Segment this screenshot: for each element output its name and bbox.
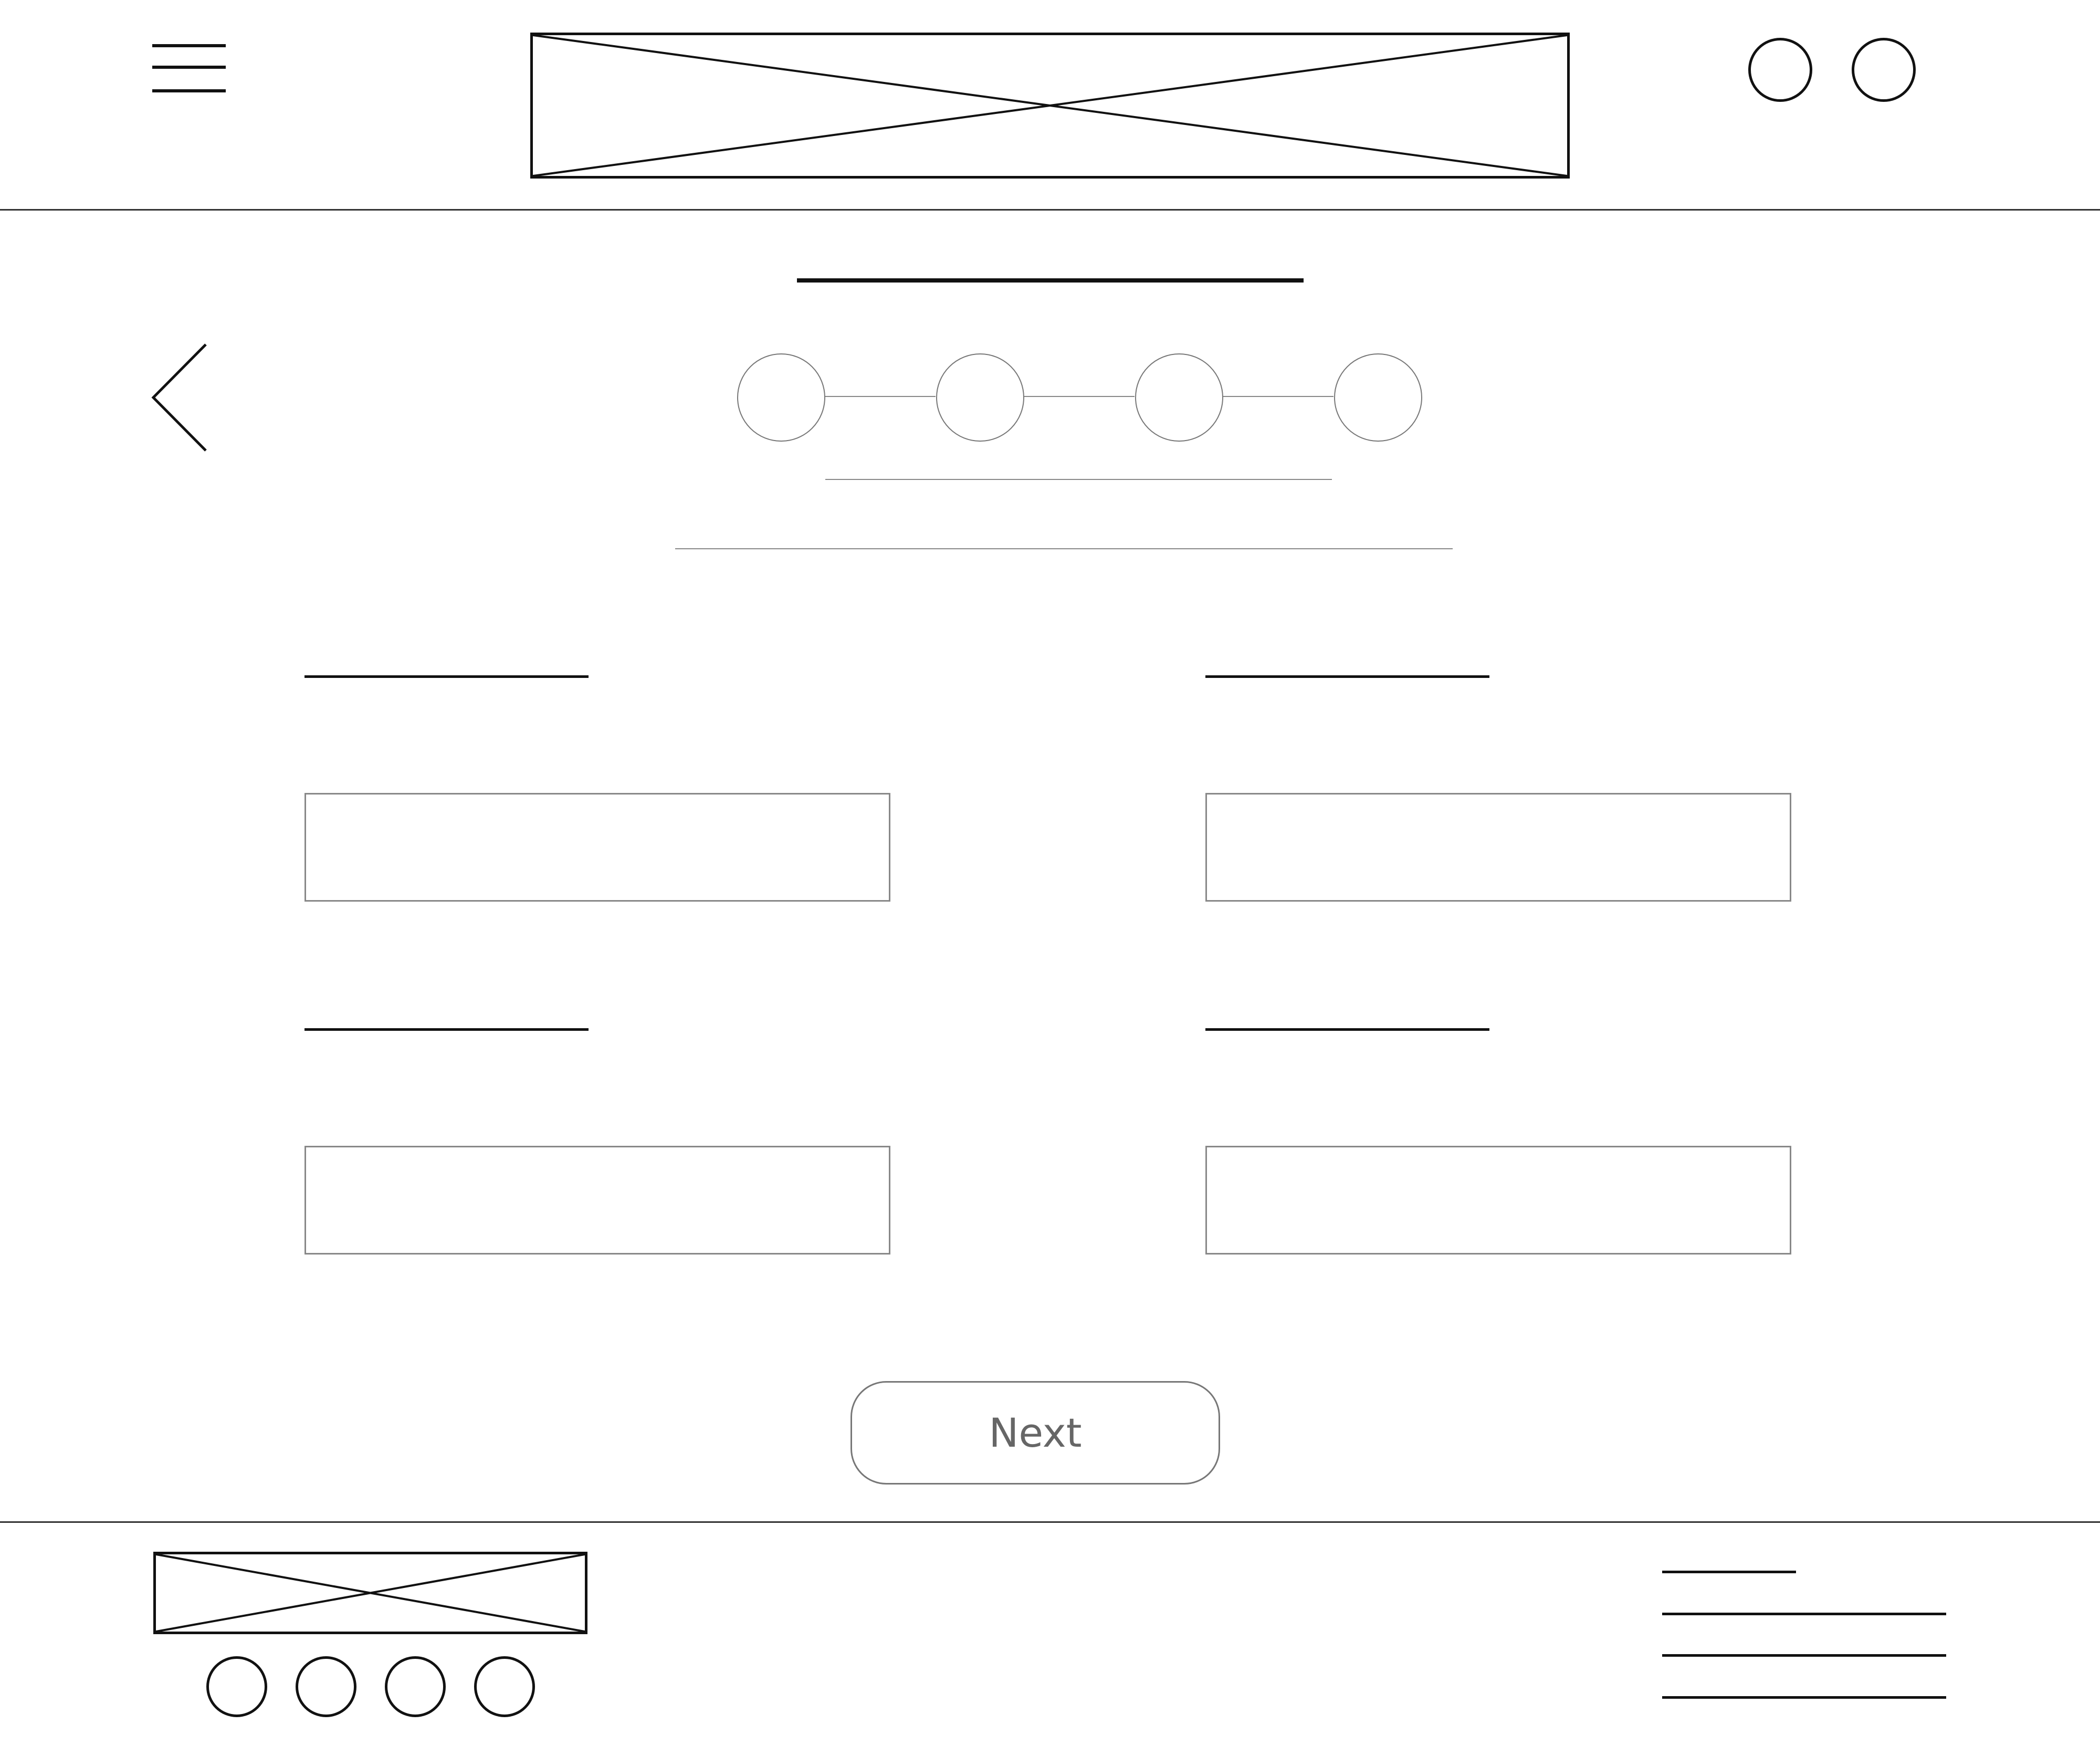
footer-divider: [0, 1521, 2100, 1523]
footer: [0, 1521, 2100, 1756]
chevron-left-icon[interactable]: [147, 342, 210, 453]
form-field-1[interactable]: [304, 793, 890, 902]
subtitle-placeholder: [675, 548, 1453, 549]
social-icon-4[interactable]: [474, 1656, 535, 1717]
social-icon-3[interactable]: [385, 1656, 446, 1717]
form-field-2[interactable]: [1205, 793, 1791, 902]
footer-link-4[interactable]: [1662, 1696, 1946, 1699]
header-logo-placeholder[interactable]: [530, 33, 1570, 179]
footer-link-3[interactable]: [1662, 1654, 1946, 1657]
step-connector: [824, 396, 936, 397]
step-caption-placeholder: [825, 479, 1332, 480]
step-1[interactable]: [737, 353, 825, 442]
step-connector: [1023, 396, 1135, 397]
step-2[interactable]: [936, 353, 1024, 442]
footer-link-1[interactable]: [1662, 1571, 1796, 1573]
field-label-4: [1205, 1028, 1489, 1031]
form-field-4[interactable]: [1205, 1146, 1791, 1255]
header-action-icon-1[interactable]: [1748, 38, 1812, 102]
progress-stepper: [735, 352, 1425, 442]
step-3[interactable]: [1135, 353, 1223, 442]
step-connector: [1222, 396, 1334, 397]
header-action-icon-2[interactable]: [1852, 38, 1916, 102]
field-label-1: [304, 675, 589, 678]
header-divider: [0, 209, 2100, 211]
field-label-3: [304, 1028, 589, 1031]
header: [0, 0, 2100, 211]
footer-logo-placeholder[interactable]: [153, 1552, 587, 1634]
field-label-2: [1205, 675, 1489, 678]
social-icon-2[interactable]: [296, 1656, 356, 1717]
social-icon-1[interactable]: [206, 1656, 267, 1717]
step-4[interactable]: [1334, 353, 1422, 442]
hamburger-menu-icon[interactable]: [152, 42, 226, 95]
form-field-3[interactable]: [304, 1146, 890, 1255]
next-button[interactable]: Next: [850, 1381, 1220, 1485]
footer-link-2[interactable]: [1662, 1613, 1946, 1615]
page-title-placeholder: [797, 278, 1304, 283]
main-content: Next: [0, 211, 2100, 1521]
